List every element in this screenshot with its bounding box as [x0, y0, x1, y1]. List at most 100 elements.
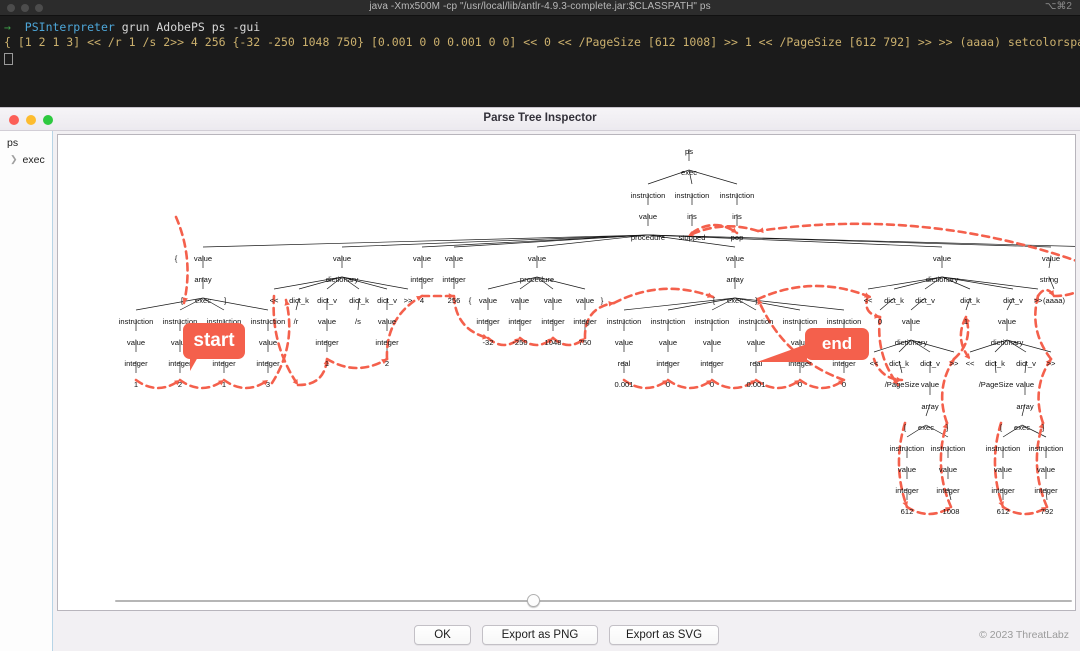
tree-node[interactable]: 2: [178, 380, 182, 389]
tree-node[interactable]: value: [413, 254, 431, 263]
tree-node[interactable]: value: [747, 338, 765, 347]
tree-node[interactable]: value: [615, 338, 633, 347]
tree-node[interactable]: ]: [224, 296, 226, 305]
tree-node[interactable]: integer: [541, 317, 564, 326]
tree-node[interactable]: value: [939, 465, 957, 474]
tree-node[interactable]: dict_k: [985, 359, 1005, 368]
tree-node[interactable]: (aaaa): [1043, 296, 1065, 305]
tree-node[interactable]: 0: [710, 380, 714, 389]
tree-node[interactable]: 0: [666, 380, 670, 389]
tree-node[interactable]: instruction: [783, 317, 818, 326]
tree-node[interactable]: integer: [476, 317, 499, 326]
tree-node[interactable]: instruction: [251, 317, 286, 326]
tree-node[interactable]: value: [998, 317, 1016, 326]
tree-node[interactable]: >>: [950, 359, 959, 368]
tree-node[interactable]: 612: [997, 507, 1010, 516]
tree-node[interactable]: integer: [936, 486, 959, 495]
tree-node[interactable]: value: [259, 338, 277, 347]
tree-node[interactable]: stopped: [678, 233, 705, 242]
tree-node[interactable]: 750: [579, 338, 592, 347]
tree-node[interactable]: value: [378, 317, 396, 326]
tree-node[interactable]: instruction: [1029, 444, 1064, 453]
chevron-right-icon[interactable]: ❯: [10, 154, 18, 165]
tree-node[interactable]: dictionary: [326, 275, 359, 284]
tree-node[interactable]: instruction: [651, 317, 686, 326]
tree-node[interactable]: instruction: [119, 317, 154, 326]
tree-outline-sidebar[interactable]: ps ❯ exec: [0, 131, 53, 651]
tree-node[interactable]: value: [479, 296, 497, 305]
tree-node[interactable]: <<: [870, 359, 879, 368]
tree-node[interactable]: instruction: [720, 191, 755, 200]
tree-node[interactable]: 4: [420, 296, 424, 305]
tree-node[interactable]: /PageSize: [979, 380, 1014, 389]
tree-node[interactable]: exec: [1014, 423, 1030, 432]
tree-node[interactable]: /r: [294, 317, 299, 326]
tree-node[interactable]: value: [921, 380, 939, 389]
tree-node[interactable]: [: [904, 423, 906, 432]
tree-node[interactable]: value: [194, 254, 212, 263]
tree-node[interactable]: dict_k: [889, 359, 909, 368]
tree-node[interactable]: exec: [681, 168, 697, 177]
tree-node[interactable]: instruction: [890, 444, 925, 453]
tree-node[interactable]: {: [469, 296, 472, 305]
tree-node[interactable]: integer: [256, 359, 279, 368]
tree-node[interactable]: 0.001: [614, 380, 633, 389]
tree-node[interactable]: exec: [727, 296, 743, 305]
tree-node[interactable]: integer: [315, 338, 338, 347]
ok-button[interactable]: OK: [414, 625, 471, 645]
tree-node[interactable]: pop: [731, 233, 744, 242]
tree-node[interactable]: [: [1000, 423, 1002, 432]
tree-node[interactable]: [: [181, 296, 183, 305]
tree-node[interactable]: ]: [946, 423, 948, 432]
zoom-slider[interactable]: [115, 594, 1072, 608]
tree-node[interactable]: array: [726, 275, 743, 284]
tree-node[interactable]: dict_k: [884, 296, 904, 305]
terminal-body[interactable]: → PSInterpreter grun AdobePS ps -gui { […: [0, 16, 1080, 65]
tree-node[interactable]: -32: [483, 338, 494, 347]
tree-node[interactable]: {: [175, 254, 178, 263]
tree-node[interactable]: value: [1042, 254, 1060, 263]
tree-node[interactable]: value: [127, 338, 145, 347]
parse-tree-canvas[interactable]: psexecinstructioninstructioninstructionv…: [57, 134, 1076, 611]
tree-node[interactable]: value: [445, 254, 463, 263]
tree-node[interactable]: integer: [124, 359, 147, 368]
tree-node[interactable]: value: [511, 296, 529, 305]
tree-node[interactable]: 0: [842, 380, 846, 389]
tree-node[interactable]: instruction: [631, 191, 666, 200]
tree-node[interactable]: value: [902, 317, 920, 326]
zoom-slider-track[interactable]: [115, 600, 1072, 602]
tree-node[interactable]: 1: [964, 317, 968, 326]
tree-node[interactable]: integer: [832, 359, 855, 368]
tree-node[interactable]: <<: [270, 296, 279, 305]
tree-node[interactable]: 612: [901, 507, 914, 516]
tree-node[interactable]: dict_v: [317, 296, 337, 305]
tree-node[interactable]: >>: [1034, 296, 1043, 305]
sidebar-item-ps[interactable]: ps: [4, 134, 52, 151]
tree-node[interactable]: array: [194, 275, 211, 284]
tree-node[interactable]: 1: [134, 380, 138, 389]
tree-node[interactable]: procedure: [520, 275, 554, 284]
tree-node[interactable]: value: [994, 465, 1012, 474]
tree-node[interactable]: instruction: [827, 317, 862, 326]
tree-node[interactable]: dictionary: [926, 275, 959, 284]
tree-node[interactable]: exec: [918, 423, 934, 432]
tree-node[interactable]: procedure: [631, 233, 665, 242]
tree-node[interactable]: dict_k: [349, 296, 369, 305]
tree-node[interactable]: dict_v: [1003, 296, 1023, 305]
tree-node[interactable]: [: [713, 296, 715, 305]
tree-node[interactable]: dictionary: [991, 338, 1024, 347]
tree-node[interactable]: 2: [385, 359, 389, 368]
tree-node[interactable]: real: [618, 359, 631, 368]
export-png-button[interactable]: Export as PNG: [482, 625, 598, 645]
tree-node[interactable]: string: [1040, 275, 1059, 284]
tree-node[interactable]: instruction: [739, 317, 774, 326]
zoom-slider-thumb[interactable]: [527, 594, 540, 607]
tree-node[interactable]: value: [726, 254, 744, 263]
tree-node[interactable]: integer: [375, 338, 398, 347]
tree-node[interactable]: integer: [895, 486, 918, 495]
tree-node[interactable]: 1008: [943, 507, 960, 516]
tree-node[interactable]: value: [1016, 380, 1034, 389]
tree-node[interactable]: integer: [212, 359, 235, 368]
tree-node[interactable]: }: [601, 296, 604, 305]
tree-node[interactable]: value: [1037, 465, 1055, 474]
